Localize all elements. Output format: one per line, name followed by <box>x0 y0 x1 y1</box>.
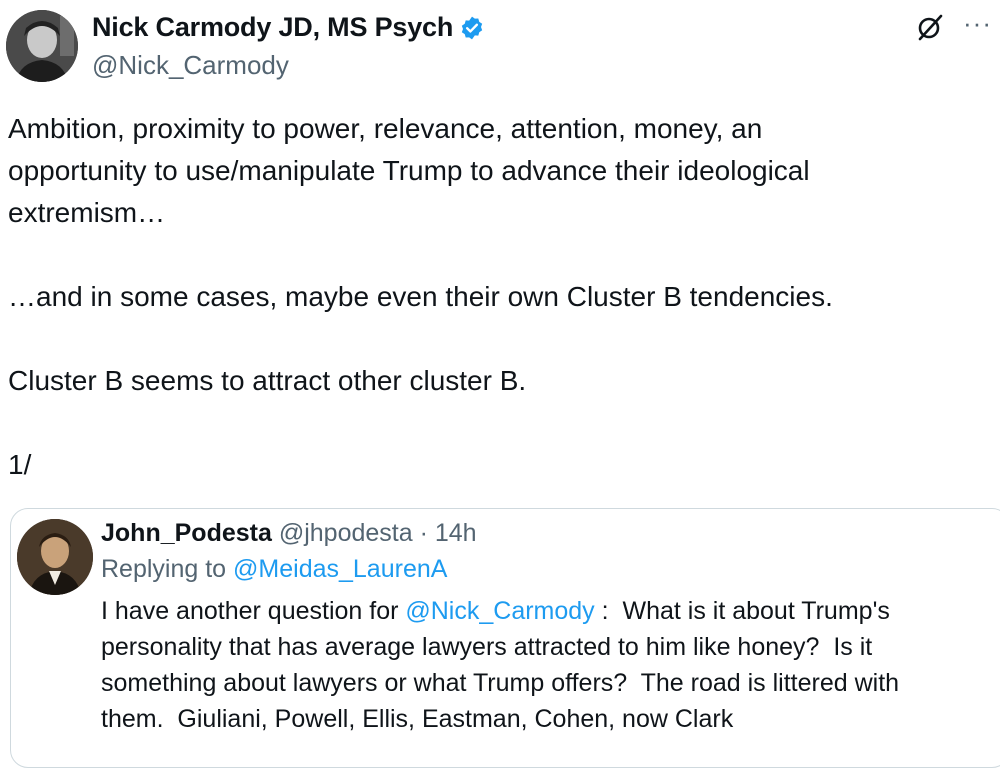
quoted-timestamp[interactable]: 14h <box>435 519 477 547</box>
replying-to-prefix: Replying to <box>101 555 227 583</box>
quoted-text-before-mention: I have another question for <box>101 597 406 625</box>
more-options-icon[interactable]: ··· <box>963 10 992 36</box>
quoted-mention-link[interactable]: @Nick_Carmody <box>405 597 594 625</box>
replying-to-mention-link[interactable]: @Meidas_LaurenA <box>233 555 447 583</box>
quoted-handle[interactable]: @jhpodesta <box>279 519 413 547</box>
quoted-display-name[interactable]: John_Podesta <box>101 519 272 547</box>
replying-to-line: Replying to @Meidas_LaurenA <box>101 555 447 584</box>
grok-icon[interactable] <box>915 12 945 42</box>
profile-photo-icon <box>6 10 78 82</box>
author-handle[interactable]: @Nick_Carmody <box>92 50 289 81</box>
portrait-painting-icon <box>17 519 93 595</box>
author-avatar[interactable] <box>6 10 78 82</box>
quoted-author-avatar[interactable] <box>17 519 93 595</box>
quoted-tweet[interactable]: John_Podesta @jhpodesta · 14h Replying t… <box>10 508 1000 768</box>
tweet-text: Ambition, proximity to power, relevance,… <box>8 113 833 480</box>
author-display-name[interactable]: Nick Carmody JD, MS Psych <box>92 12 453 43</box>
quoted-tweet-text: I have another question for @Nick_Carmod… <box>101 593 1000 737</box>
meta-separator: · <box>419 519 428 547</box>
verified-badge-icon <box>459 15 485 41</box>
